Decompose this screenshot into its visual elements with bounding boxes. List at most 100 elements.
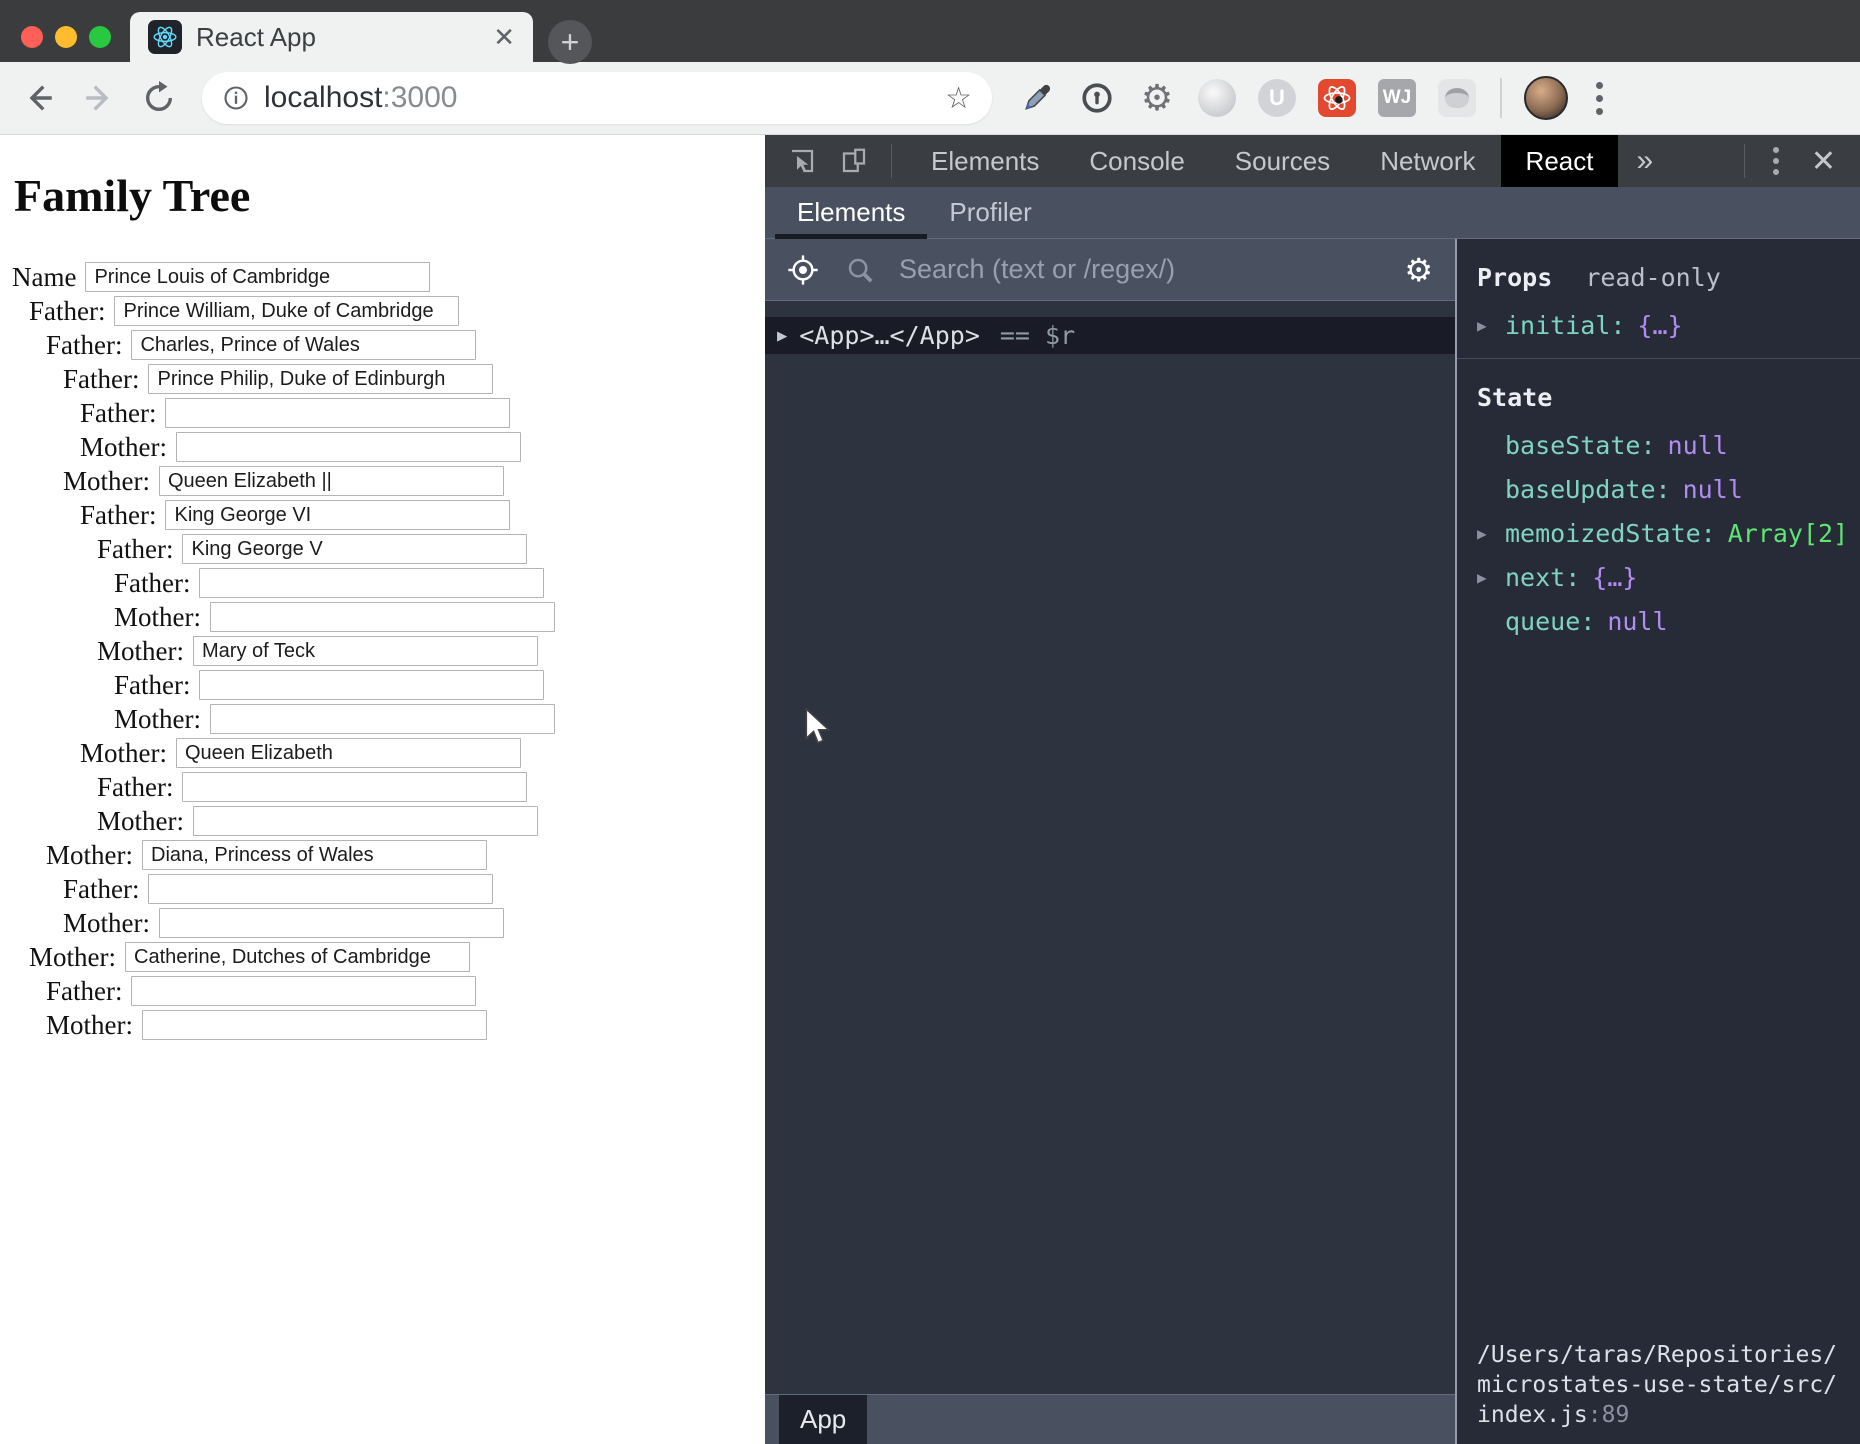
kv-value: null [1607, 607, 1667, 636]
devtools-tab-react[interactable]: React [1501, 135, 1619, 187]
family-row-input[interactable] [199, 670, 544, 700]
family-row-input[interactable] [159, 466, 504, 496]
profile-avatar[interactable] [1524, 76, 1568, 120]
tree-row-app[interactable]: ▶ <App>…</App> == $r [765, 317, 1455, 354]
new-tab-button[interactable]: + [548, 20, 592, 64]
gear-bug-extension-icon[interactable]: ⚙ [1138, 79, 1176, 117]
family-row-input[interactable] [131, 976, 476, 1006]
family-row-input[interactable] [142, 1010, 487, 1040]
extensions-bar: ⚙ U WJ [1018, 79, 1476, 117]
expand-triangle-icon[interactable]: ▶ [1477, 568, 1505, 587]
react-subtab-elements[interactable]: Elements [775, 187, 927, 238]
family-row-label: Mother: [46, 1010, 133, 1041]
state-title: State [1477, 383, 1552, 412]
family-row: Mother: [0, 704, 765, 734]
family-row-input[interactable] [193, 806, 538, 836]
devtools-tab-network[interactable]: Network [1355, 135, 1500, 187]
family-row-input[interactable] [125, 942, 470, 972]
family-row-input[interactable] [176, 738, 521, 768]
search-icon [845, 255, 875, 285]
expand-triangle-icon[interactable]: ▶ [1477, 316, 1505, 335]
props-title: Props [1477, 263, 1552, 292]
url-text[interactable]: localhost:3000 [264, 81, 945, 115]
kv-value: {…} [1592, 563, 1637, 592]
family-row-input[interactable] [148, 364, 493, 394]
address-bar[interactable]: localhost:3000 ☆ [202, 72, 992, 124]
bookmark-star-icon[interactable]: ☆ [945, 81, 972, 116]
devtools-tabbar: ElementsConsoleSourcesNetworkReact » ✕ [765, 135, 1860, 187]
family-row: Father: [0, 772, 765, 802]
forward-icon[interactable] [82, 81, 116, 115]
breadcrumb-app[interactable]: App [779, 1395, 867, 1444]
tree-row-tag[interactable]: <App>…</App> [799, 321, 980, 350]
family-row: Mother: [0, 908, 765, 938]
family-row: Father: [0, 364, 765, 394]
device-toolbar-icon[interactable] [839, 146, 869, 176]
family-row-input[interactable] [142, 840, 487, 870]
family-row-input[interactable] [210, 602, 555, 632]
react-devtools-extension-icon[interactable] [1318, 79, 1356, 117]
ember-extension-icon[interactable] [1438, 79, 1476, 117]
window-minimize-button[interactable] [55, 26, 77, 48]
browser-menu-icon[interactable] [1592, 78, 1607, 119]
devtools-tabs: ElementsConsoleSourcesNetworkReact [906, 135, 1618, 187]
tab-close-icon[interactable]: ✕ [489, 22, 519, 53]
devtools-close-icon[interactable]: ✕ [1811, 144, 1836, 179]
inspect-element-icon[interactable] [787, 146, 817, 176]
family-row-input[interactable] [165, 500, 510, 530]
family-row: Father: [0, 976, 765, 1006]
family-row-input[interactable] [193, 636, 538, 666]
eyedropper-extension-icon[interactable] [1018, 79, 1056, 117]
expand-triangle-icon[interactable]: ▶ [1477, 524, 1505, 543]
family-row-input[interactable] [85, 262, 430, 292]
letter-u-extension-icon[interactable]: U [1258, 79, 1296, 117]
family-row-input[interactable] [114, 296, 459, 326]
react-devtools-panel: ElementsProfiler ⚙ ▶ <App>…</App> == $r [765, 187, 1860, 1444]
family-row-input[interactable] [210, 704, 555, 734]
devtools-tab-console[interactable]: Console [1064, 135, 1209, 187]
expand-triangle-icon[interactable]: ▶ [777, 326, 787, 346]
toolbar-separator [1500, 78, 1502, 118]
devtools-tab-sources[interactable]: Sources [1210, 135, 1355, 187]
browser-tab[interactable]: React App ✕ [130, 12, 533, 62]
source-path[interactable]: /Users/taras/Repositories/microstates-us… [1457, 1340, 1860, 1444]
search-input[interactable] [899, 254, 1386, 285]
family-row: Father: [0, 398, 765, 428]
family-row-label: Father: [114, 568, 190, 599]
reload-icon[interactable] [142, 81, 176, 115]
source-path-text: /Users/taras/Repositories/microstates-us… [1477, 1342, 1837, 1428]
props-header: Props read-only [1457, 239, 1860, 304]
family-row: Mother: [0, 466, 765, 496]
family-row-input[interactable] [182, 772, 527, 802]
window-zoom-button[interactable] [89, 26, 111, 48]
kv-key: baseUpdate: [1505, 475, 1671, 504]
window-close-button[interactable] [21, 26, 43, 48]
family-row: Mother: [0, 806, 765, 836]
family-row: Mother: [0, 942, 765, 972]
family-row-input[interactable] [148, 874, 493, 904]
keyhole-extension-icon[interactable] [1078, 79, 1116, 117]
family-row-input[interactable] [199, 568, 544, 598]
settings-gear-icon[interactable]: ⚙ [1404, 251, 1433, 289]
react-subtab-profiler[interactable]: Profiler [927, 187, 1053, 238]
family-row-input[interactable] [176, 432, 521, 462]
select-element-icon[interactable] [787, 254, 819, 286]
more-tabs-icon[interactable]: » [1618, 144, 1671, 178]
kv-row-memoizedState: ▶memoizedState:Array[2] [1457, 512, 1860, 556]
family-row-input[interactable] [159, 908, 504, 938]
family-row-input[interactable] [182, 534, 527, 564]
page-title: Family Tree [14, 169, 765, 222]
devtools-menu-icon[interactable] [1767, 141, 1785, 181]
site-info-icon[interactable] [222, 84, 250, 112]
kv-key: queue: [1505, 607, 1595, 636]
devtools-tab-elements[interactable]: Elements [906, 135, 1064, 187]
kv-value: Array[2] [1728, 519, 1848, 548]
swirl-extension-icon[interactable] [1198, 79, 1236, 117]
tab-title: React App [196, 22, 489, 53]
wj-extension-icon[interactable]: WJ [1378, 79, 1416, 117]
back-icon[interactable] [22, 81, 56, 115]
url-host: localhost [264, 81, 382, 114]
family-row-input[interactable] [131, 330, 476, 360]
family-row-input[interactable] [165, 398, 510, 428]
kv-value: null [1683, 475, 1743, 504]
